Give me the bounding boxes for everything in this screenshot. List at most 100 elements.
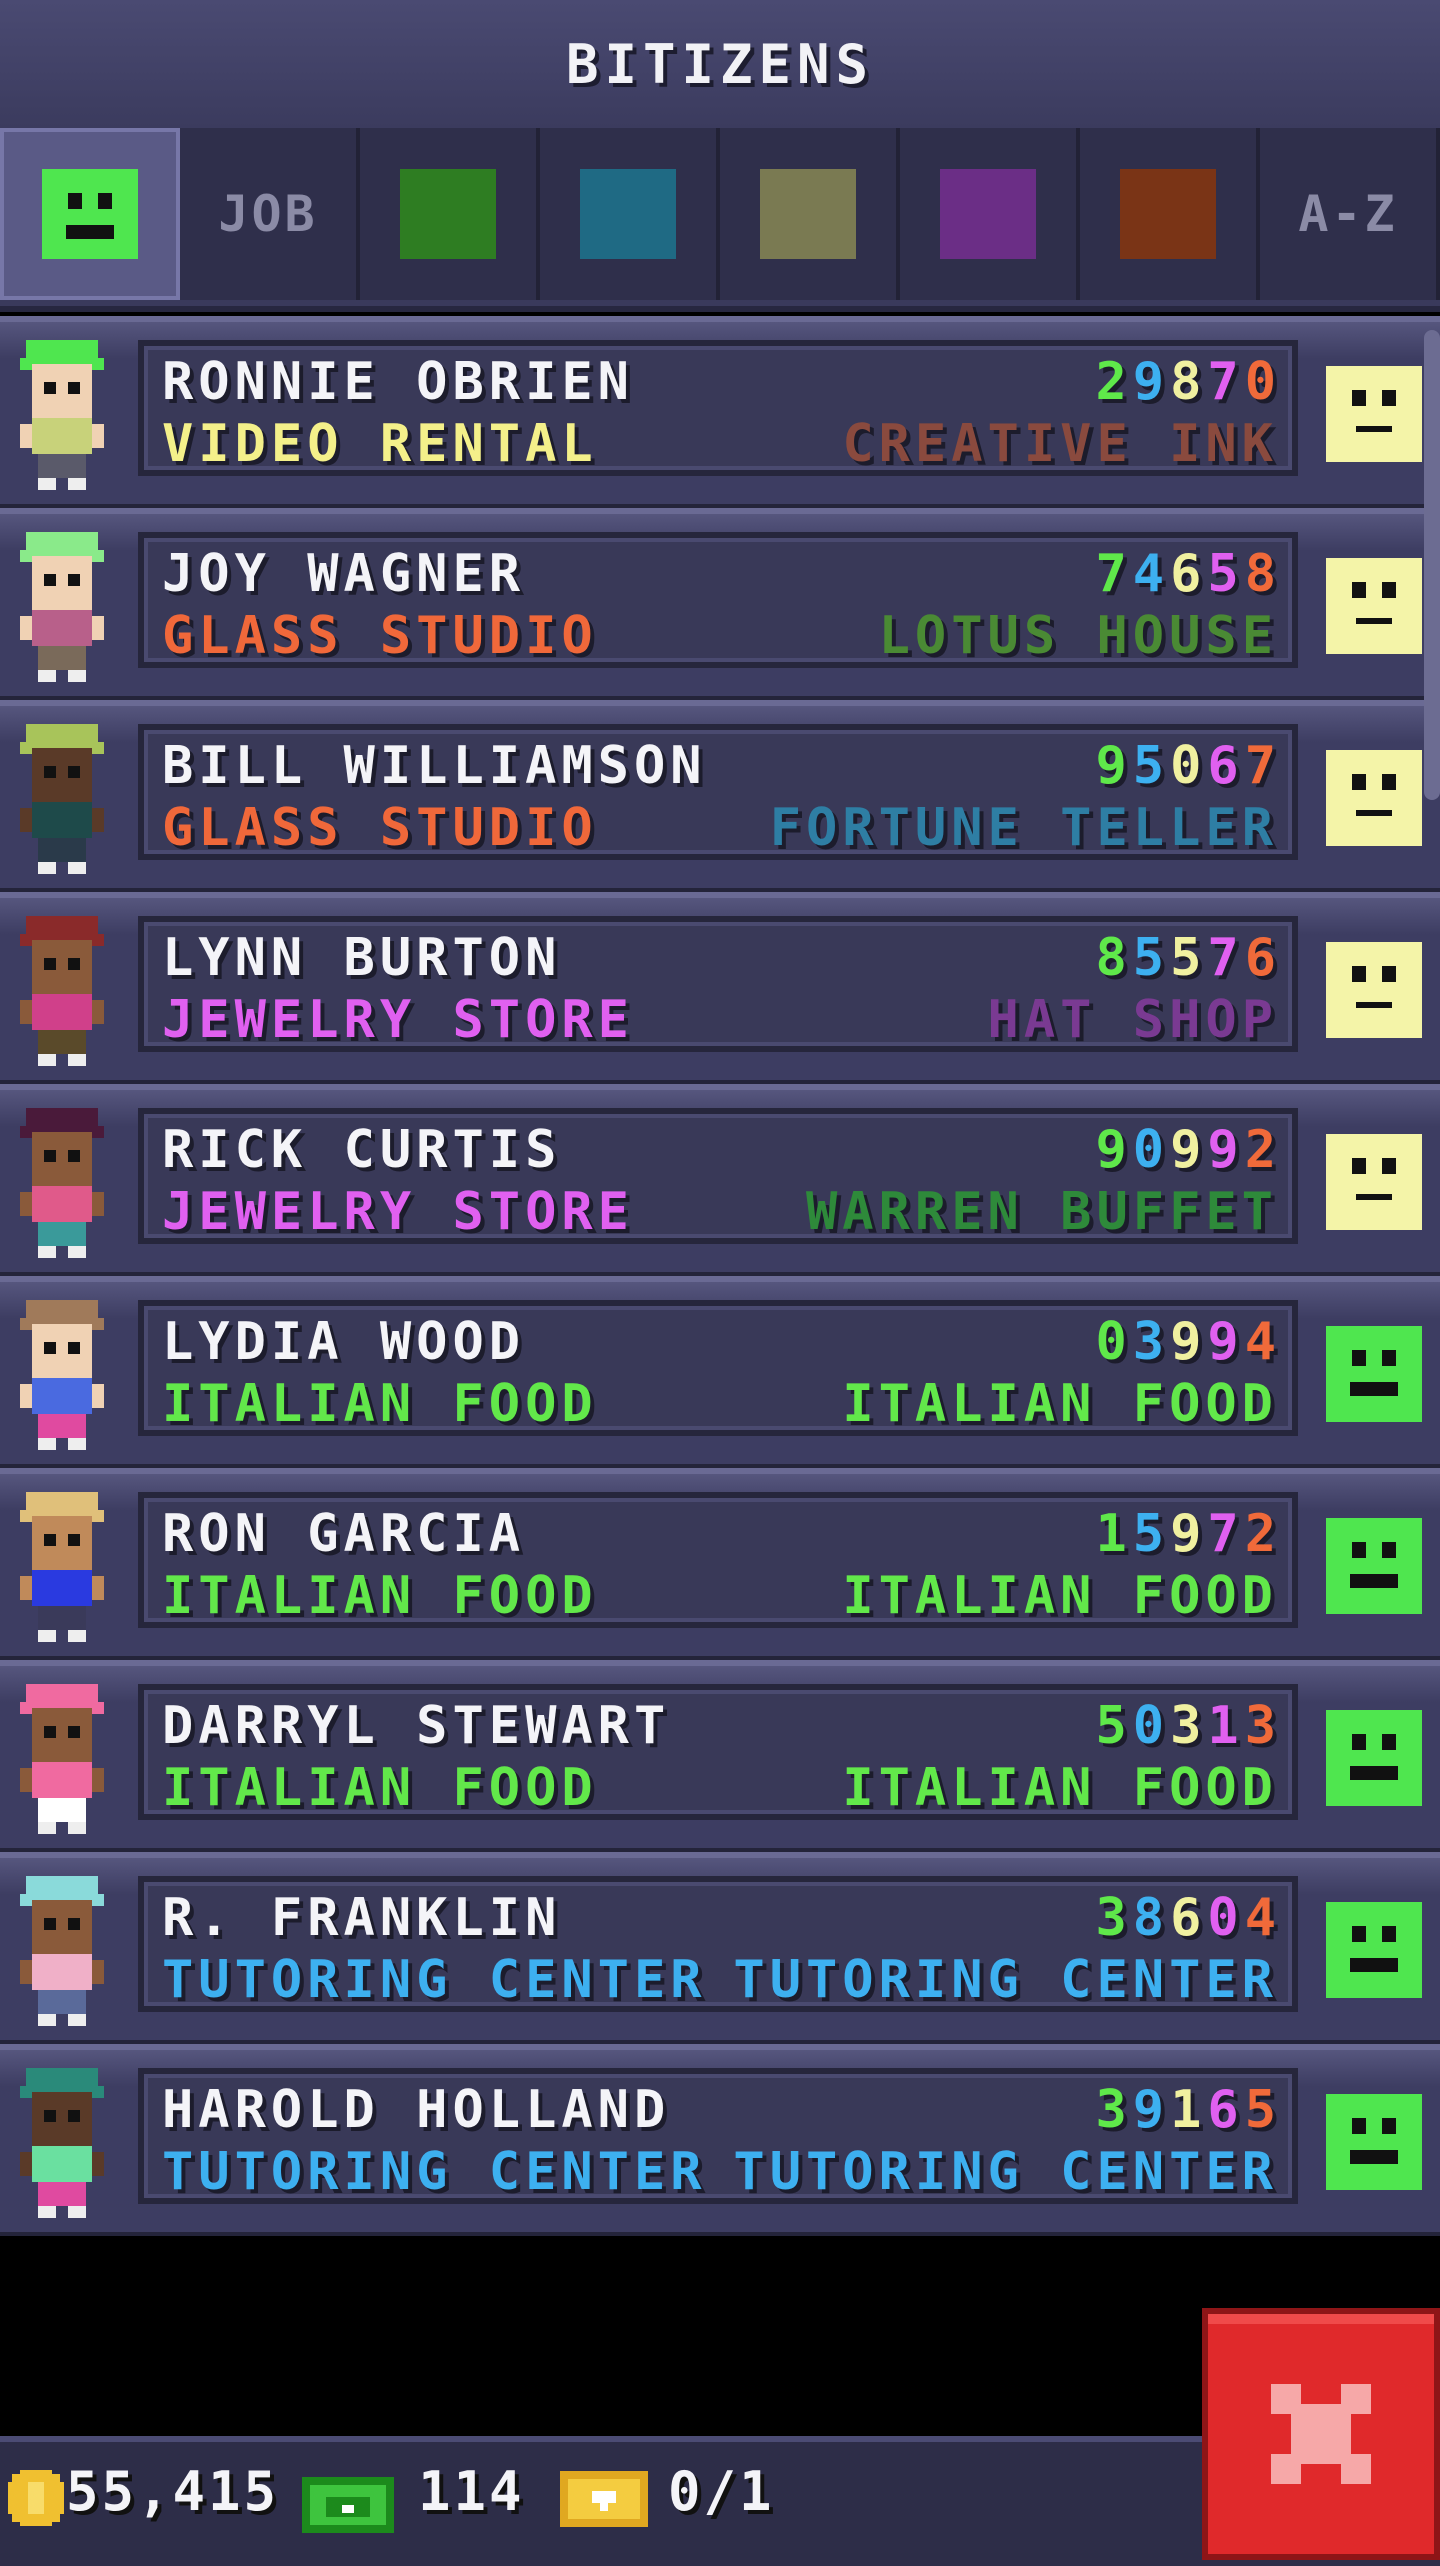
skill-digit: 2: [1244, 1504, 1282, 1564]
skill-digit: 3: [1132, 1312, 1171, 1372]
bitizen-row[interactable]: RON GARCIA 15972 ITALIAN FOOD ITALIAN FOOD: [0, 1468, 1440, 1660]
avatar: [20, 916, 104, 1066]
tab-az[interactable]: A-Z: [1260, 128, 1440, 300]
bitizen-card: RON GARCIA 15972 ITALIAN FOOD ITALIAN FOOD: [138, 1492, 1298, 1628]
tab-color-3[interactable]: [540, 128, 720, 300]
tab-mood[interactable]: [0, 128, 180, 300]
bitizen-name: RON GARCIA: [162, 1504, 526, 1564]
bitizen-row[interactable]: HAROLD HOLLAND 39165 TUTORING CENTER TUTORI…: [0, 2044, 1440, 2236]
skill-digit: 9: [1207, 1120, 1245, 1180]
happy-face-icon: [1326, 2094, 1422, 2190]
coins-value: 55,415: [66, 2460, 280, 2523]
tab-color-5[interactable]: [900, 128, 1080, 300]
avatar: [20, 1684, 104, 1834]
bitizen-dream-job: WARREN BUFFET: [806, 1182, 1278, 1242]
tab-color-2[interactable]: [360, 128, 540, 300]
bitizen-row[interactable]: RONNIE OBRIEN 29870 VIDEO RENTAL CREATIVE I…: [0, 316, 1440, 508]
skill-digit: 4: [1244, 1888, 1282, 1948]
bitizen-dream-job: ITALIAN FOOD: [842, 1566, 1278, 1626]
neutral-face-icon: [1326, 750, 1422, 846]
skill-digit: 8: [1244, 544, 1282, 604]
skill-digit: 9: [1170, 1120, 1208, 1180]
scrollbar[interactable]: [1424, 330, 1440, 800]
bitizen-name: LYDIA WOOD: [162, 1312, 526, 1372]
bitizen-list: RONNIE OBRIEN 29870 VIDEO RENTAL CREATIVE I…: [0, 316, 1440, 2236]
close-icon: [1271, 2384, 1371, 2484]
bitizen-row[interactable]: JOY WAGNER 74658 GLASS STUDIO LOTUS HOUSE: [0, 508, 1440, 700]
skill-digit: 3: [1095, 2080, 1133, 2140]
skill-digit: 0: [1095, 1312, 1133, 1372]
bitizen-job: TUTORING CENTER: [162, 2142, 707, 2202]
neutral-face-icon: [1326, 1134, 1422, 1230]
skill-digit: 6: [1207, 2080, 1245, 2140]
bitizen-dream-job: TUTORING CENTER: [733, 1950, 1278, 2010]
avatar: [20, 1108, 104, 1258]
bitizen-skill-digits: 15972: [1095, 1504, 1282, 1564]
skill-digit: 6: [1207, 736, 1245, 796]
bitizen-row[interactable]: LYNN BURTON 85576 JEWELRY STORE HAT SHOP: [0, 892, 1440, 1084]
bitizen-card: BILL WILLIAMSON 95067 GLASS STUDIO FORTUNE …: [138, 724, 1298, 860]
color-swatch-icon: [940, 169, 1036, 259]
bitizen-row[interactable]: BILL WILLIAMSON 95067 GLASS STUDIO FORTUNE …: [0, 700, 1440, 892]
bitizen-card: DARRYL STEWART 50313 ITALIAN FOOD ITALIAN F…: [138, 1684, 1298, 1820]
color-swatch-icon: [1120, 169, 1216, 259]
bitizen-job: ITALIAN FOOD: [162, 1566, 598, 1626]
header: BITIZENS: [0, 0, 1440, 132]
bitizen-card: RICK CURTIS 90992 JEWELRY STORE WARREN BUFF…: [138, 1108, 1298, 1244]
bux-value: 114: [418, 2460, 525, 2523]
bitizen-skill-digits: 03994: [1095, 1312, 1282, 1372]
bitizen-dream-job: FORTUNE TELLER: [769, 798, 1278, 858]
color-swatch-icon: [400, 169, 496, 259]
skill-digit: 9: [1132, 352, 1171, 412]
bitizen-skill-digits: 38604: [1095, 1888, 1282, 1948]
skill-digit: 1: [1207, 1696, 1245, 1756]
neutral-face-icon: [1326, 558, 1422, 654]
bitizen-dream-job: ITALIAN FOOD: [842, 1374, 1278, 1434]
bitizen-dream-job: TUTORING CENTER: [733, 2142, 1278, 2202]
bitizen-row[interactable]: LYDIA WOOD 03994 ITALIAN FOOD ITALIAN FOOD: [0, 1276, 1440, 1468]
bitizen-name: R. FRANKLIN: [162, 1888, 562, 1948]
tab-color-6[interactable]: [1080, 128, 1260, 300]
bitizen-row[interactable]: R. FRANKLIN 38604 TUTORING CENTER TUTORING …: [0, 1852, 1440, 2044]
skill-digit: 7: [1095, 544, 1133, 604]
skill-digit: 9: [1095, 736, 1133, 796]
color-swatch-icon: [760, 169, 856, 259]
skill-digit: 7: [1207, 1504, 1245, 1564]
tab-job[interactable]: JOB: [180, 128, 360, 300]
happy-face-icon: [42, 169, 138, 259]
skill-digit: 3: [1170, 1696, 1208, 1756]
avatar: [20, 2068, 104, 2218]
neutral-face-icon: [1326, 942, 1422, 1038]
bitizen-skill-digits: 50313: [1095, 1696, 1282, 1756]
bitizen-job: ITALIAN FOOD: [162, 1374, 598, 1434]
skill-digit: 6: [1170, 1888, 1208, 1948]
skill-digit: 4: [1132, 544, 1171, 604]
bitizen-job: GLASS STUDIO: [162, 798, 598, 858]
skill-digit: 0: [1132, 1120, 1171, 1180]
happy-face-icon: [1326, 1326, 1422, 1422]
avatar: [20, 1492, 104, 1642]
skill-digit: 9: [1207, 1312, 1245, 1372]
bitizen-card: R. FRANKLIN 38604 TUTORING CENTER TUTORING …: [138, 1876, 1298, 2012]
bitizen-name: DARRYL STEWART: [162, 1696, 671, 1756]
skill-digit: 7: [1207, 928, 1245, 988]
bitizen-card: LYDIA WOOD 03994 ITALIAN FOOD ITALIAN FOOD: [138, 1300, 1298, 1436]
skill-digit: 6: [1244, 928, 1282, 988]
tab-color-4[interactable]: [720, 128, 900, 300]
skill-digit: 5: [1170, 928, 1208, 988]
bitizen-skill-digits: 74658: [1095, 544, 1282, 604]
bitizen-card: HAROLD HOLLAND 39165 TUTORING CENTER TUTORI…: [138, 2068, 1298, 2204]
skill-digit: 3: [1244, 1696, 1282, 1756]
bitizen-name: JOY WAGNER: [162, 544, 526, 604]
bitizen-row[interactable]: DARRYL STEWART 50313 ITALIAN FOOD ITALIAN F…: [0, 1660, 1440, 1852]
bitizen-row[interactable]: RICK CURTIS 90992 JEWELRY STORE WARREN BUFF…: [0, 1084, 1440, 1276]
bitizen-job: GLASS STUDIO: [162, 606, 598, 666]
bitizen-card: RONNIE OBRIEN 29870 VIDEO RENTAL CREATIVE I…: [138, 340, 1298, 476]
skill-digit: 2: [1095, 352, 1133, 412]
avatar: [20, 1300, 104, 1450]
close-button[interactable]: [1202, 2308, 1440, 2560]
bitizen-skill-digits: 39165: [1095, 2080, 1282, 2140]
avatar: [20, 1876, 104, 2026]
bitizen-job: TUTORING CENTER: [162, 1950, 707, 2010]
bitizen-dream-job: CREATIVE INK: [842, 414, 1278, 474]
